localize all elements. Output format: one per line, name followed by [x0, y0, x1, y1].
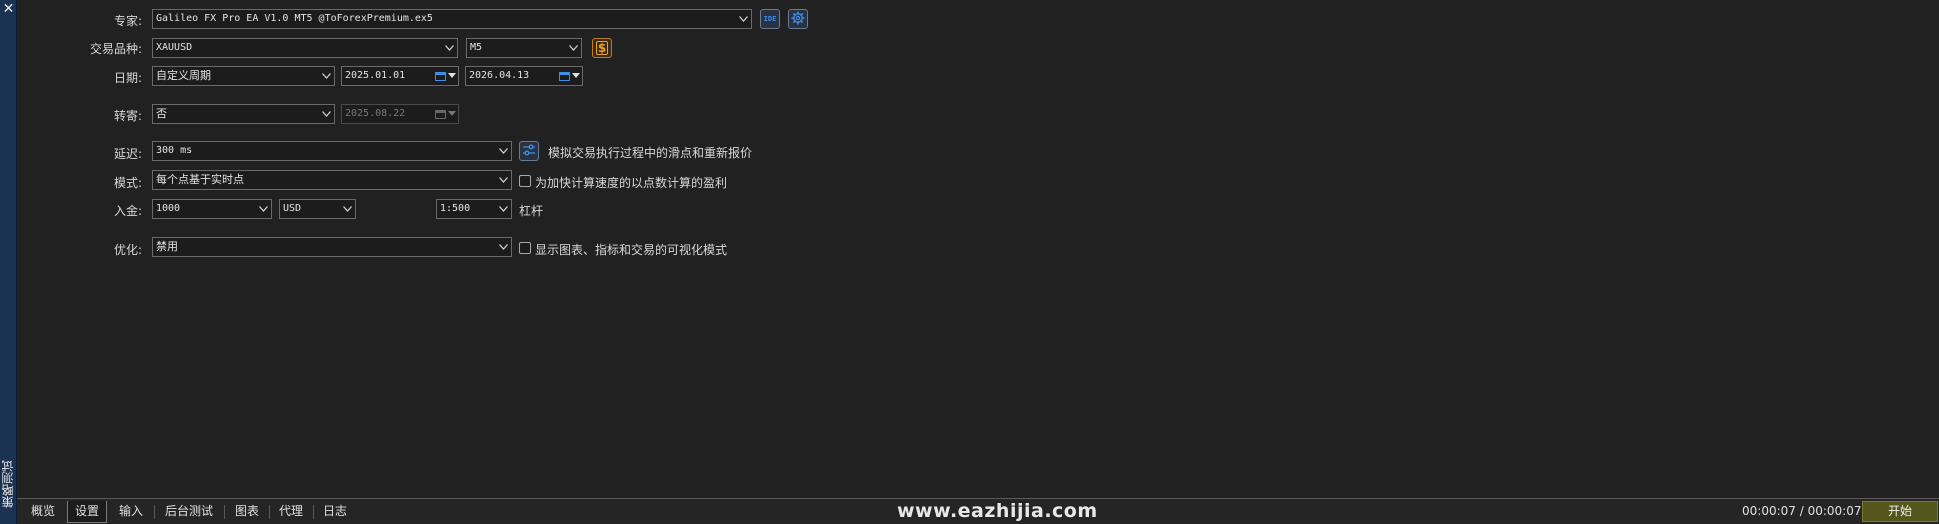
visual-mode-label: 显示图表、指标和交易的可视化模式: [535, 243, 728, 257]
chevron-down-icon: [735, 10, 751, 28]
chevron-down-icon: [495, 200, 511, 218]
tab-divider: [269, 505, 270, 519]
chevron-down-icon: [495, 142, 511, 160]
sliders-icon: [522, 143, 536, 160]
tab-divider: [313, 505, 314, 519]
chevron-down-icon: [339, 200, 355, 218]
tab-settings[interactable]: 设置: [67, 501, 107, 523]
calendar-icon[interactable]: [435, 71, 446, 81]
expert-settings-button[interactable]: [788, 9, 808, 29]
expert-value: Galileo FX Pro EA V1.0 MT5 @ToForexPremi…: [156, 13, 433, 24]
chevron-down-icon: [441, 39, 457, 57]
watermark: www.eazhijia.com: [897, 500, 1098, 522]
chevron-down-icon: [495, 238, 511, 256]
mode-select[interactable]: 每个点基于实时点: [152, 170, 512, 190]
period-select[interactable]: 自定义周期: [152, 66, 335, 86]
dropdown-arrow-icon: [448, 111, 456, 116]
forward-label: 转寄:: [113, 109, 142, 123]
dollar-icon: $: [596, 41, 608, 55]
dropdown-arrow-icon[interactable]: [572, 73, 580, 79]
delay-settings-button[interactable]: [519, 141, 539, 161]
chevron-down-icon: [318, 105, 334, 123]
tab-backtest[interactable]: 后台测试: [159, 501, 219, 523]
profit-in-pips-label: 为加快计算速度的以点数计算的盈利: [535, 176, 728, 190]
tab-divider: [154, 505, 155, 519]
mode-value: 每个点基于实时点: [156, 173, 244, 186]
tab-journal[interactable]: 日志: [317, 501, 353, 523]
deposit-amount-value: 1000: [156, 203, 181, 214]
leverage-label: 杠杆: [519, 204, 544, 218]
expert-label: 专家:: [113, 14, 142, 28]
chevron-down-icon: [318, 67, 334, 85]
gear-icon: [791, 11, 805, 28]
ide-button[interactable]: IDE: [760, 9, 780, 29]
bottom-tab-bar: 概览 设置 输入 后台测试 图表 代理 日志 www.eazhijia.com …: [17, 498, 1939, 524]
delay-note: 模拟交易执行过程中的滑点和重新报价: [548, 146, 753, 160]
tab-overview[interactable]: 概览: [25, 501, 61, 523]
elapsed-timer: 00:00:07 / 00:00:07: [1742, 504, 1862, 518]
close-icon[interactable]: ✕: [2, 2, 15, 16]
tab-divider: [224, 505, 225, 519]
leverage-select[interactable]: 1:500: [436, 199, 512, 219]
delay-value: 300 ms: [156, 145, 193, 156]
symbol-label: 交易品种:: [89, 42, 142, 56]
symbol-spec-button[interactable]: $: [592, 38, 612, 58]
tab-agents[interactable]: 代理: [273, 501, 309, 523]
date-to-value: 2026.04.13: [469, 70, 530, 81]
optimization-label: 优化:: [113, 243, 142, 257]
period-value: 自定义周期: [156, 69, 211, 82]
timeframe-value: M5: [470, 42, 483, 53]
sidebar-title: 策略测试: [1, 460, 15, 508]
delay-label: 延迟:: [113, 147, 142, 161]
timeframe-select[interactable]: M5: [466, 38, 582, 58]
currency-value: USD: [283, 203, 302, 214]
tester-sidebar: ✕ 策略测试: [0, 0, 17, 524]
optimization-value: 禁用: [156, 240, 178, 253]
leverage-value: 1:500: [440, 203, 471, 214]
tab-inputs[interactable]: 输入: [113, 501, 149, 523]
start-button[interactable]: 开始: [1862, 501, 1938, 522]
currency-select[interactable]: USD: [279, 199, 356, 219]
delay-select[interactable]: 300 ms: [152, 141, 512, 161]
forward-value: 否: [156, 107, 167, 120]
mode-label: 模式:: [113, 176, 142, 190]
visual-mode-checkbox[interactable]: [519, 242, 531, 254]
forward-date-value: 2025.08.22: [345, 108, 406, 119]
tab-chart[interactable]: 图表: [229, 501, 265, 523]
deposit-label: 入金:: [113, 204, 142, 218]
profit-in-pips-checkbox[interactable]: [519, 175, 531, 187]
expert-select[interactable]: Galileo FX Pro EA V1.0 MT5 @ToForexPremi…: [152, 9, 752, 29]
deposit-amount-select[interactable]: 1000: [152, 199, 272, 219]
date-from-value: 2025.01.01: [345, 70, 406, 81]
chevron-down-icon: [565, 39, 581, 57]
calendar-icon[interactable]: [559, 71, 570, 81]
date-to-field[interactable]: 2026.04.13: [465, 66, 583, 86]
date-from-field[interactable]: 2025.01.01: [341, 66, 459, 86]
ide-icon: IDE: [763, 15, 777, 23]
forward-select[interactable]: 否: [152, 104, 335, 124]
symbol-select[interactable]: XAUUSD: [152, 38, 458, 58]
date-label: 日期:: [113, 71, 142, 85]
forward-date-field: 2025.08.22: [341, 104, 459, 124]
calendar-icon: [435, 110, 446, 119]
chevron-down-icon: [255, 200, 271, 218]
symbol-value: XAUUSD: [156, 42, 193, 53]
chevron-down-icon: [495, 171, 511, 189]
optimization-select[interactable]: 禁用: [152, 237, 512, 257]
dropdown-arrow-icon[interactable]: [448, 73, 456, 79]
